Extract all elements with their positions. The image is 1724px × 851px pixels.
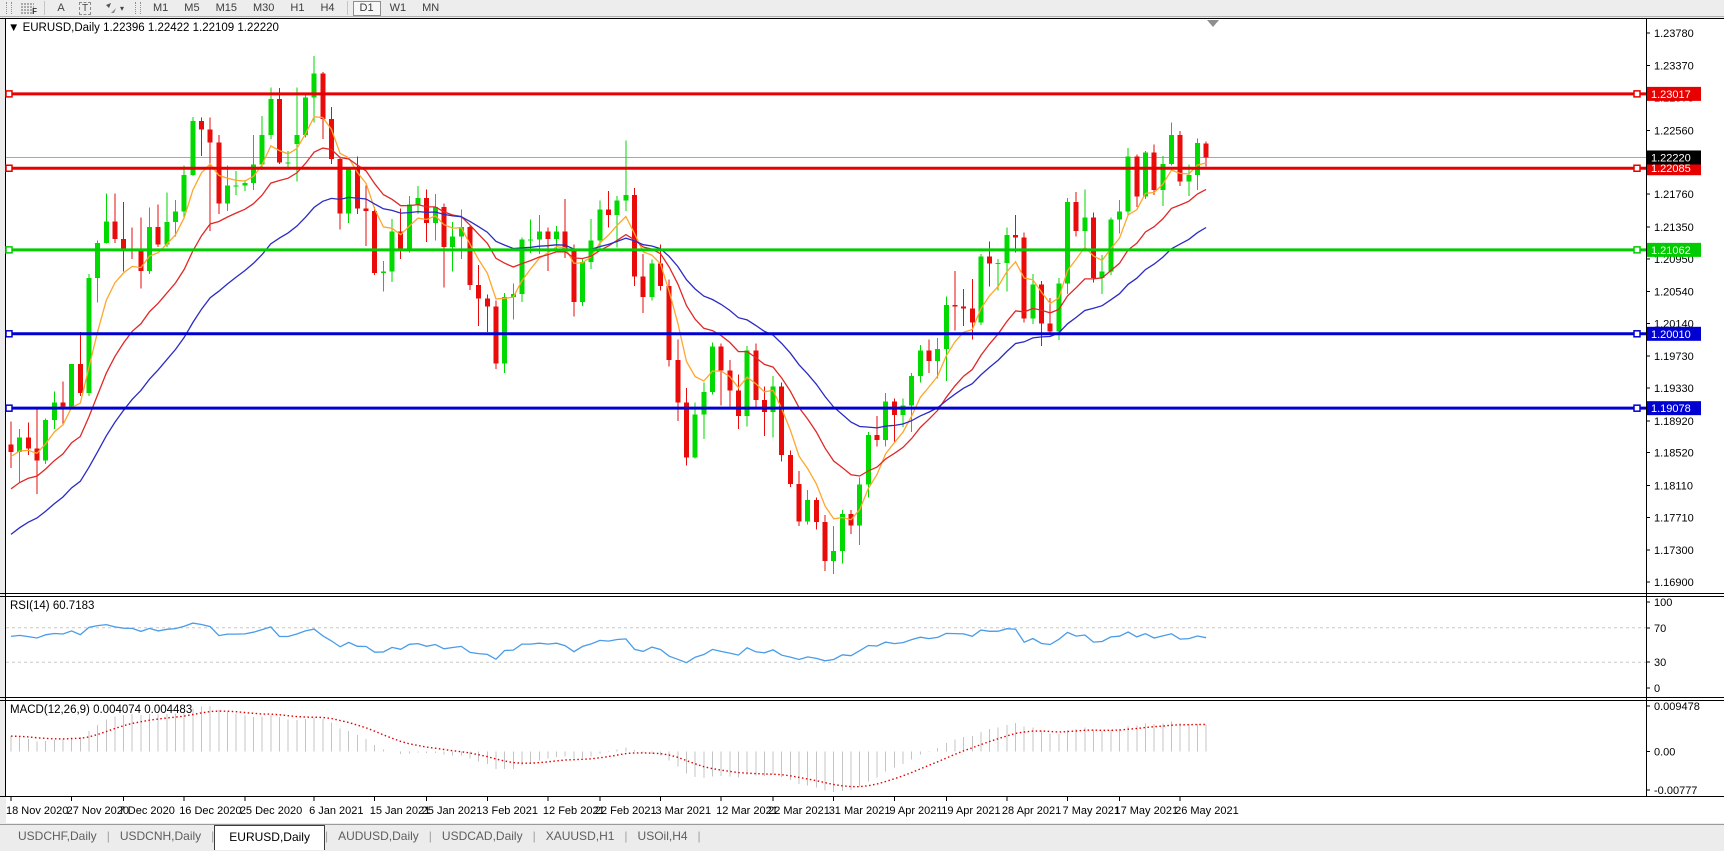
svg-text:22 Feb 2021: 22 Feb 2021 <box>595 805 657 817</box>
svg-text:26 May 2021: 26 May 2021 <box>1175 805 1239 817</box>
toolbar: F A T ▾ M1 M5 M15 M30 H1 H4 D1 W1 MN <box>0 0 1724 17</box>
line-handle[interactable] <box>5 90 13 98</box>
timeframe-button-mn[interactable]: MN <box>415 1 446 16</box>
svg-text:1.21062: 1.21062 <box>1651 245 1691 257</box>
toolbar-grip-2[interactable] <box>135 2 141 14</box>
text-tool-button[interactable]: A <box>49 1 73 16</box>
toolbar-separator <box>346 1 348 15</box>
svg-text:3 Mar 2021: 3 Mar 2021 <box>656 805 712 817</box>
svg-text:1.18920: 1.18920 <box>1654 416 1694 428</box>
svg-text:6 Jan 2021: 6 Jan 2021 <box>309 805 363 817</box>
timeframe-button-w1[interactable]: W1 <box>383 1 414 16</box>
svg-text:18 Nov 2020: 18 Nov 2020 <box>6 805 68 817</box>
svg-text:1.19730: 1.19730 <box>1654 351 1694 363</box>
symbol-tab-usdcnh[interactable]: USDCNH,Daily <box>110 825 211 846</box>
line-handle[interactable] <box>1633 330 1641 338</box>
svg-text:1.23370: 1.23370 <box>1654 61 1694 73</box>
line-handle[interactable] <box>1633 404 1641 412</box>
svg-text:1.16900: 1.16900 <box>1654 577 1694 589</box>
svg-text:-0.00777: -0.00777 <box>1654 785 1697 797</box>
line-handle[interactable] <box>5 164 13 172</box>
svg-text:1.23017: 1.23017 <box>1651 89 1691 101</box>
timeframe-button-h4[interactable]: H4 <box>313 1 341 16</box>
svg-text:22 Mar 2021: 22 Mar 2021 <box>768 805 830 817</box>
line-handle[interactable] <box>5 246 13 254</box>
timeframe-button-m5[interactable]: M5 <box>177 1 206 16</box>
line-handle[interactable] <box>1633 164 1641 172</box>
text-box-icon: T <box>78 1 92 15</box>
svg-text:1.22085: 1.22085 <box>1651 163 1691 175</box>
current-price-tag: 1.22220 <box>1647 150 1701 165</box>
timeframe-button-h1[interactable]: H1 <box>283 1 311 16</box>
svg-text:1.21760: 1.21760 <box>1654 189 1694 201</box>
timeframe-toolbar: M1 M5 M15 M30 H1 H4 D1 W1 MN <box>145 0 447 16</box>
line-handle[interactable] <box>1633 246 1641 254</box>
timeframe-button-m30[interactable]: M30 <box>246 1 281 16</box>
fibonacci-icon-letter: F <box>32 6 37 16</box>
hline-price-tag: 1.21062 <box>1647 242 1701 257</box>
arrow-shapes-icon <box>105 3 116 13</box>
fibonacci-tool-button[interactable]: F <box>16 1 40 16</box>
symbol-tab-eurusd[interactable]: EURUSD,Daily <box>214 825 325 850</box>
chart-canvas[interactable]: 1.237801.233701.229701.225601.221501.217… <box>0 0 1724 824</box>
svg-text:31 Mar 2021: 31 Mar 2021 <box>829 805 891 817</box>
toolbar-grip[interactable] <box>6 2 12 14</box>
svg-text:1.17710: 1.17710 <box>1654 512 1694 524</box>
text-label-tool-button[interactable]: T <box>73 1 97 16</box>
tab-separator: | <box>697 829 701 843</box>
symbol-tab-usoil[interactable]: USOil,H4 <box>628 825 698 846</box>
hline-price-tag: 1.20010 <box>1647 326 1701 341</box>
svg-text:70: 70 <box>1654 623 1666 635</box>
chart-tab-bar: USDCHF,Daily | USDCNH,Daily | EURUSD,Daily | A… <box>0 824 1724 851</box>
hline-price-tag: 1.19078 <box>1647 401 1701 416</box>
line-handle[interactable] <box>5 330 13 338</box>
svg-text:9 Apr 2021: 9 Apr 2021 <box>889 805 942 817</box>
chevron-down-icon: ▾ <box>119 3 124 13</box>
symbol-tab-usdchf[interactable]: USDCHF,Daily <box>8 825 107 846</box>
svg-text:1.18520: 1.18520 <box>1654 448 1694 460</box>
svg-text:3 Feb 2021: 3 Feb 2021 <box>482 805 538 817</box>
toolbar-separator <box>44 1 45 15</box>
svg-text:30: 30 <box>1654 657 1666 669</box>
timeframe-button-d1[interactable]: D1 <box>352 0 381 16</box>
svg-text:25 Jan 2021: 25 Jan 2021 <box>422 805 483 817</box>
symbol-tab-audusd[interactable]: AUDUSD,Daily <box>328 825 429 846</box>
svg-text:0.00: 0.00 <box>1654 746 1675 758</box>
svg-text:1.18110: 1.18110 <box>1654 480 1693 492</box>
svg-text:1.19078: 1.19078 <box>1651 403 1691 415</box>
svg-text:0.009478: 0.009478 <box>1654 701 1700 713</box>
chart-symbol-header[interactable]: ▼ EURUSD,Daily 1.22396 1.22422 1.22109 1… <box>8 22 279 34</box>
svg-text:19 Apr 2021: 19 Apr 2021 <box>941 805 1000 817</box>
svg-text:1.21350: 1.21350 <box>1654 222 1694 234</box>
symbol-tab-usdcad[interactable]: USDCAD,Daily <box>432 825 533 846</box>
timeframe-button-m15[interactable]: M15 <box>209 1 244 16</box>
svg-text:1.22560: 1.22560 <box>1654 125 1694 137</box>
svg-text:100: 100 <box>1654 597 1672 609</box>
timeframe-button-m1[interactable]: M1 <box>146 1 175 16</box>
svg-text:1.19330: 1.19330 <box>1654 383 1694 395</box>
svg-text:1.23780: 1.23780 <box>1654 28 1694 40</box>
line-handle[interactable] <box>1633 90 1641 98</box>
svg-text:1.20540: 1.20540 <box>1654 287 1694 299</box>
rsi-label: RSI(14) 60.7183 <box>10 600 94 612</box>
svg-text:25 Dec 2020: 25 Dec 2020 <box>240 805 302 817</box>
line-handle[interactable] <box>5 404 13 412</box>
svg-text:17 May 2021: 17 May 2021 <box>1114 805 1178 817</box>
svg-text:1.20010: 1.20010 <box>1651 329 1691 341</box>
text-icon: A <box>57 1 65 14</box>
svg-text:7 Dec 2020: 7 Dec 2020 <box>119 805 175 817</box>
svg-text:1.17300: 1.17300 <box>1654 545 1694 557</box>
macd-label: MACD(12,26,9) 0.004074 0.004483 <box>10 704 192 716</box>
svg-text:7 May 2021: 7 May 2021 <box>1063 805 1120 817</box>
svg-text:1.22220: 1.22220 <box>1651 152 1691 164</box>
hline-price-tag: 1.23017 <box>1647 86 1701 101</box>
arrow-shapes-button[interactable]: ▾ <box>97 1 131 16</box>
trading-terminal-window: F A T ▾ M1 M5 M15 M30 H1 H4 D1 W1 MN 1.23780 1.23… <box>0 0 1724 851</box>
symbol-tab-xauusd[interactable]: XAUUSD,H1 <box>536 825 625 846</box>
svg-text:28 Apr 2021: 28 Apr 2021 <box>1002 805 1061 817</box>
svg-text:16 Dec 2020: 16 Dec 2020 <box>179 805 241 817</box>
svg-text:0: 0 <box>1654 683 1660 695</box>
